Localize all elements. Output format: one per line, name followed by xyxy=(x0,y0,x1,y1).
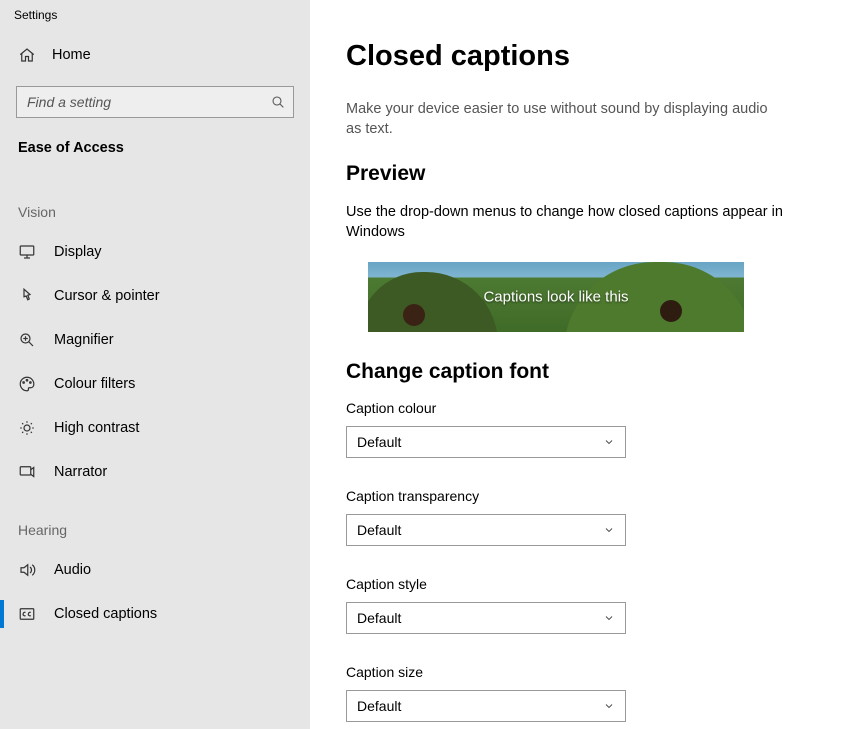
nav-magnifier-label: Magnifier xyxy=(54,332,114,348)
audio-icon xyxy=(18,561,36,579)
preview-heading: Preview xyxy=(346,162,834,186)
search-input[interactable] xyxy=(16,86,294,118)
page-subtitle: Make your device easier to use without s… xyxy=(346,99,786,140)
caption-transparency-label: Caption transparency xyxy=(346,488,834,504)
category-title: Ease of Access xyxy=(0,136,310,176)
nav-cursor-label: Cursor & pointer xyxy=(54,288,160,304)
contrast-icon xyxy=(18,419,36,437)
nav-magnifier[interactable]: Magnifier xyxy=(0,318,310,362)
caption-colour-select[interactable]: Default xyxy=(346,426,626,458)
preview-description: Use the drop-down menus to change how cl… xyxy=(346,202,786,243)
caption-style-value: Default xyxy=(357,610,401,626)
nav-cursor[interactable]: Cursor & pointer xyxy=(0,274,310,318)
app-title: Settings xyxy=(0,6,310,36)
caption-transparency-select[interactable]: Default xyxy=(346,514,626,546)
nav-closed-captions[interactable]: Closed captions xyxy=(0,592,310,636)
cc-icon xyxy=(18,605,36,623)
caption-style-label: Caption style xyxy=(346,576,834,592)
sidebar: Settings Home Ease of Access Vision Disp… xyxy=(0,0,310,729)
nav-high-contrast[interactable]: High contrast xyxy=(0,406,310,450)
nav-display-label: Display xyxy=(54,244,102,260)
home-button[interactable]: Home xyxy=(0,36,310,74)
nav-audio-label: Audio xyxy=(54,562,91,578)
caption-size-select[interactable]: Default xyxy=(346,690,626,722)
chevron-down-icon xyxy=(603,700,615,712)
magnifier-icon xyxy=(18,331,36,349)
section-hearing-label: Hearing xyxy=(0,494,310,548)
monitor-icon xyxy=(18,243,36,261)
caption-colour-label: Caption colour xyxy=(346,400,834,416)
chevron-down-icon xyxy=(603,524,615,536)
home-label: Home xyxy=(52,47,91,63)
nav-colour-filters-label: Colour filters xyxy=(54,376,135,392)
narrator-icon xyxy=(18,463,36,481)
nav-narrator-label: Narrator xyxy=(54,464,107,480)
caption-colour-value: Default xyxy=(357,434,401,450)
nav-narrator[interactable]: Narrator xyxy=(0,450,310,494)
nav-display[interactable]: Display xyxy=(0,230,310,274)
change-font-heading: Change caption font xyxy=(346,360,834,384)
chevron-down-icon xyxy=(603,612,615,624)
nav-colour-filters[interactable]: Colour filters xyxy=(0,362,310,406)
caption-style-select[interactable]: Default xyxy=(346,602,626,634)
caption-size-value: Default xyxy=(357,698,401,714)
nav-closed-captions-label: Closed captions xyxy=(54,606,157,622)
nav-audio[interactable]: Audio xyxy=(0,548,310,592)
chevron-down-icon xyxy=(603,436,615,448)
section-vision-label: Vision xyxy=(0,176,310,230)
cursor-icon xyxy=(18,287,36,305)
preview-image: Captions look like this xyxy=(368,262,744,332)
nav-high-contrast-label: High contrast xyxy=(54,420,139,436)
page-title: Closed captions xyxy=(346,40,834,73)
caption-transparency-value: Default xyxy=(357,522,401,538)
home-icon xyxy=(18,46,36,64)
main-content: Closed captions Make your device easier … xyxy=(310,0,856,729)
search-icon xyxy=(270,94,286,110)
preview-caption-text: Captions look like this xyxy=(368,289,744,306)
caption-size-label: Caption size xyxy=(346,664,834,680)
search-container xyxy=(16,86,294,118)
palette-icon xyxy=(18,375,36,393)
